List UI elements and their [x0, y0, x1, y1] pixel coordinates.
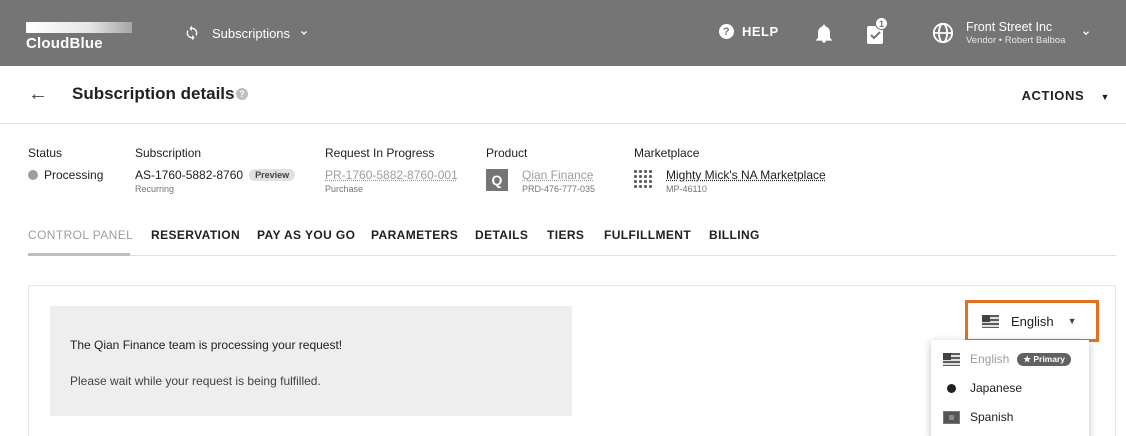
tab-fulfillment[interactable]: FULFILLMENT	[604, 228, 691, 242]
page-title: Subscription details	[72, 84, 235, 103]
bell-icon[interactable]	[816, 24, 832, 44]
account-name: Front Street Inc	[966, 19, 1053, 34]
notice-title: The Qian Finance team is processing your…	[70, 338, 343, 352]
us-flag-icon	[982, 314, 999, 328]
request-type: Purchase	[325, 184, 364, 194]
language-select[interactable]: English ▼	[965, 300, 1099, 342]
marketplace-field: Marketplace Mighty Mick's NA Marketplace…	[634, 146, 864, 194]
tab-pay-as-you-go[interactable]: PAY AS YOU GO	[257, 228, 355, 242]
sync-icon	[186, 25, 198, 41]
tab-billing[interactable]: BILLING	[709, 228, 760, 242]
language-selected: English	[1011, 313, 1054, 329]
module-switcher[interactable]: Subscriptions	[184, 22, 310, 44]
active-tab-indicator	[28, 253, 130, 256]
language-option-japanese[interactable]: Japanese	[943, 377, 1022, 399]
language-option-label: Japanese	[970, 381, 1023, 395]
account-menu[interactable]: Front Street Inc Vendor • Robert Balboa	[932, 12, 1091, 54]
actions-menu-button[interactable]: ACTIONS ▼	[1022, 88, 1110, 103]
subscription-field: Subscription AS-1760-5882-8760 Preview Re…	[135, 146, 296, 194]
subscription-type: Recurring	[135, 184, 175, 194]
product-field: Product Q Qian Finance PRD-476-777-035	[486, 146, 626, 194]
marketplace-link[interactable]: Mighty Mick's NA Marketplace	[666, 168, 864, 182]
subscription-value-row: AS-1760-5882-8760 Preview	[135, 168, 296, 182]
spain-flag-icon	[943, 410, 960, 424]
logo-text: CloudBlue	[26, 35, 103, 52]
module-label: Subscriptions	[212, 25, 291, 41]
subscription-id: AS-1760-5882-8760	[135, 168, 244, 182]
help-button[interactable]: ? HELP	[719, 24, 779, 39]
account-text: Front Street Inc Vendor • Robert Balboa	[966, 20, 1065, 47]
status-field: Status Processing	[28, 146, 103, 182]
language-menu: English ★ Primary Japanese Spanish	[931, 340, 1089, 436]
language-option-english[interactable]: English ★ Primary	[943, 348, 1072, 370]
us-flag-icon	[943, 352, 960, 366]
info-icon[interactable]: ?	[236, 88, 248, 100]
product-label: Product	[486, 146, 528, 160]
top-app-bar: CloudBlue Subscriptions ? HELP 1 Front S…	[0, 0, 1126, 66]
chevron-down-icon	[301, 31, 307, 35]
status-value: Processing	[44, 168, 104, 182]
primary-badge: ★ Primary	[1017, 352, 1072, 366]
japan-flag-icon	[947, 383, 956, 393]
status-dot-icon	[28, 170, 38, 180]
preview-chip: Preview	[249, 169, 296, 181]
cloudblue-logo[interactable]: CloudBlue	[26, 10, 136, 56]
marketplace-grid-icon	[634, 170, 654, 188]
notice-text: Please wait while your request is being …	[70, 374, 321, 388]
marketplace-text: Mighty Mick's NA Marketplace MP-46110	[666, 168, 864, 194]
subscription-label: Subscription	[135, 146, 202, 160]
tasks-button[interactable]: 1	[866, 17, 888, 44]
language-option-spanish[interactable]: Spanish	[943, 406, 1013, 428]
caret-down-icon: ▼	[1067, 316, 1077, 326]
request-field: Request In Progress PR-1760-5882-8760-00…	[325, 146, 458, 194]
request-label: Request In Progress	[325, 146, 435, 160]
request-link[interactable]: PR-1760-5882-8760-001	[325, 168, 458, 182]
tab-details[interactable]: DETAILS	[475, 228, 528, 242]
actions-label: ACTIONS	[1021, 88, 1085, 103]
help-icon: ?	[719, 24, 734, 39]
language-option-label: English	[970, 352, 1010, 366]
marketplace-id: MP-46110	[666, 184, 707, 194]
account-role: Vendor • Robert Balboa	[966, 34, 1066, 46]
language-option-label: Spanish	[970, 410, 1014, 424]
tab-tiers[interactable]: TIERS	[547, 228, 584, 242]
product-logo: Q	[486, 169, 508, 191]
processing-notice: The Qian Finance team is processing your…	[50, 306, 572, 416]
product-link[interactable]: Qian Finance	[522, 168, 626, 182]
caret-down-icon: ▼	[1100, 92, 1110, 102]
product-text: Qian Finance PRD-476-777-035	[522, 168, 626, 194]
marketplace-label: Marketplace	[634, 146, 700, 160]
globe-icon	[932, 22, 954, 44]
logo-bar	[26, 22, 132, 33]
status-value-row: Processing	[28, 168, 103, 182]
chevron-down-icon	[1083, 31, 1090, 36]
help-label: HELP	[742, 24, 779, 39]
page-header: ← Subscription details ? ACTIONS ▼	[0, 66, 1126, 124]
product-id: PRD-476-777-035	[522, 184, 596, 194]
status-label: Status	[28, 146, 63, 160]
tab-parameters[interactable]: PARAMETERS	[371, 228, 458, 242]
tab-bar: CONTROL PANEL RESERVATION PAY AS YOU GO …	[28, 218, 1116, 256]
back-arrow-icon[interactable]: ←	[28, 84, 48, 104]
tasks-count-badge: 1	[875, 17, 888, 30]
tab-reservation[interactable]: RESERVATION	[151, 228, 240, 242]
tab-control-panel[interactable]: CONTROL PANEL	[28, 228, 133, 242]
